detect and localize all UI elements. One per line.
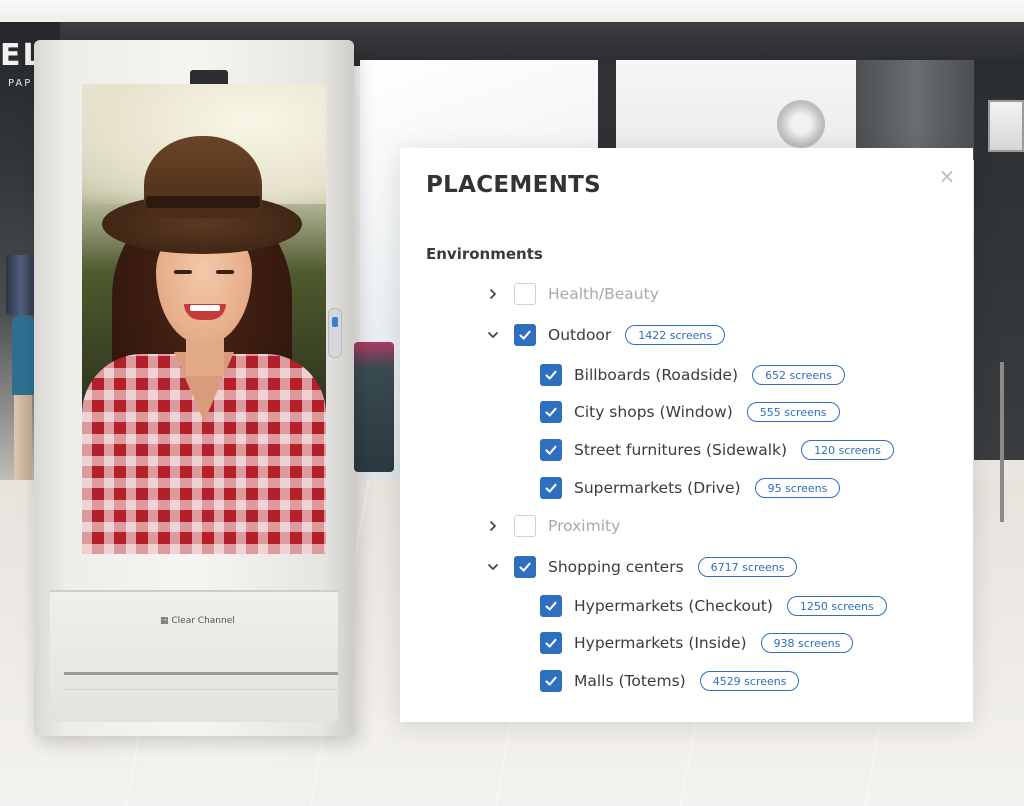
category-label: Shopping centers (548, 558, 684, 576)
flower-planter (354, 342, 394, 472)
screens-count-badge: 652 screens (752, 365, 845, 385)
store-sign-sub: PAP (8, 78, 33, 89)
subcategory-row[interactable]: Street furnitures (Sidewalk) 120 screens (540, 438, 894, 462)
category-label: Proximity (548, 517, 621, 535)
chevron-down-icon[interactable] (486, 328, 500, 342)
category-checkbox[interactable] (514, 324, 536, 346)
category-label: Outdoor (548, 326, 612, 344)
subcategory-label: Supermarkets (Drive) (574, 479, 741, 497)
chevron-down-icon[interactable] (486, 560, 500, 574)
close-icon[interactable]: × (937, 166, 957, 186)
subcategory-checkbox[interactable] (540, 477, 562, 499)
digital-signage-kiosk: ▦ Clear Channel (34, 40, 354, 736)
category-checkbox[interactable] (514, 283, 536, 305)
screens-count-badge: 938 screens (760, 633, 854, 653)
screens-count-badge: 1422 screens (625, 325, 726, 345)
screens-count-badge: 555 screens (746, 402, 840, 422)
subcategory-row[interactable]: Hypermarkets (Inside) 938 screens (540, 631, 854, 655)
category-label: Health/Beauty (548, 285, 659, 303)
subcategory-checkbox[interactable] (540, 595, 562, 617)
subcategory-checkbox[interactable] (540, 439, 562, 461)
category-checkbox[interactable] (514, 556, 536, 578)
panel-title: PLACEMENTS (426, 172, 602, 198)
subcategory-checkbox[interactable] (540, 632, 562, 654)
category-row[interactable]: Shopping centers 6717 screens (486, 555, 798, 579)
subcategory-label: City shops (Window) (574, 403, 733, 421)
kiosk-side-button (328, 308, 342, 358)
subcategory-label: Billboards (Roadside) (574, 366, 739, 384)
store-emblem (777, 100, 825, 148)
kiosk-brand-logo: ▦ Clear Channel (160, 616, 280, 626)
subcategory-row[interactable]: Billboards (Roadside) 652 screens (540, 363, 845, 387)
kiosk-slot (64, 672, 338, 690)
store-emblem-2 (988, 100, 1024, 152)
chevron-right-icon[interactable] (486, 287, 500, 301)
subcategory-checkbox[interactable] (540, 670, 562, 692)
subcategory-checkbox[interactable] (540, 364, 562, 386)
category-checkbox[interactable] (514, 515, 536, 537)
kiosk-base (50, 590, 338, 722)
kiosk-screen-ad (82, 84, 326, 554)
subcategory-label: Malls (Totems) (574, 672, 686, 690)
kiosk-brand-text: Clear Channel (171, 616, 235, 626)
brand-logo-icon: ▦ (160, 616, 169, 626)
screens-count-badge: 6717 screens (697, 557, 798, 577)
screens-count-badge: 1250 screens (786, 596, 887, 616)
subcategory-label: Hypermarkets (Checkout) (574, 597, 773, 615)
subcategory-row[interactable]: Malls (Totems) 4529 screens (540, 669, 800, 693)
screens-count-badge: 120 screens (801, 440, 894, 460)
subcategory-label: Street furnitures (Sidewalk) (574, 441, 788, 459)
subcategory-row[interactable]: Hypermarkets (Checkout) 1250 screens (540, 594, 887, 618)
screens-count-badge: 95 screens (754, 478, 841, 498)
railing (1000, 362, 1024, 522)
pillar (856, 60, 974, 160)
subcategory-row[interactable]: Supermarkets (Drive) 95 screens (540, 476, 841, 500)
category-row[interactable]: Proximity (486, 514, 620, 538)
screens-count-badge: 4529 screens (699, 671, 800, 691)
chevron-right-icon[interactable] (486, 519, 500, 533)
category-row[interactable]: Outdoor 1422 screens (486, 323, 726, 347)
category-row[interactable]: Health/Beauty (486, 282, 659, 306)
subcategory-label: Hypermarkets (Inside) (574, 634, 747, 652)
placements-panel: PLACEMENTS × Environments Health/Beauty O… (400, 148, 973, 722)
subcategory-checkbox[interactable] (540, 401, 562, 423)
subcategory-row[interactable]: City shops (Window) 555 screens (540, 400, 840, 424)
section-title-environments: Environments (426, 245, 543, 263)
